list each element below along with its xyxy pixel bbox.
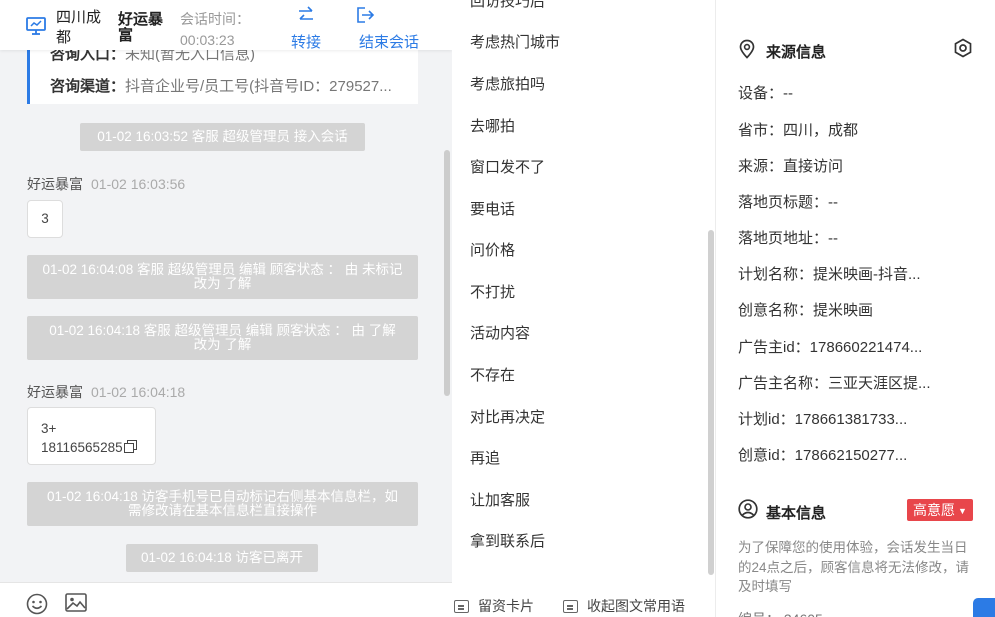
quick-reply-item[interactable]: 拿到联系后: [470, 530, 545, 551]
sender-line: 好运暴富 01-02 16:03:56: [27, 174, 185, 194]
customer-info-panel: 来源信息 设备：-- 省市：四川，成都 来源：直接访问 落地页标题：-- 落地页…: [716, 0, 995, 617]
lead-card-button[interactable]: 留资卡片: [454, 596, 534, 616]
user-icon: [738, 499, 758, 519]
location-pin-icon: [739, 39, 755, 59]
system-message: 01-02 16:03:52 客服 超级管理员 接入会话: [80, 123, 365, 151]
quick-reply-item[interactable]: 再追: [470, 447, 500, 468]
customer-name: 好运暴富: [118, 11, 164, 44]
message-time: 01-02 16:04:18: [91, 384, 186, 400]
message-time: 01-02 16:03:56: [91, 176, 186, 192]
customer-location: 四川成都: [56, 9, 102, 46]
chat-scrollbar[interactable]: [444, 150, 450, 396]
chat-header: 四川成都 好运暴富 会话时间： 00:03:23 转接 结束会话: [0, 0, 452, 52]
monitor-icon: [26, 17, 46, 35]
quick-reply-item[interactable]: 窗口发不了: [470, 156, 545, 177]
advertiser-id-field: 广告主id：178660221474...: [738, 339, 923, 356]
source-info-title: 来源信息: [766, 44, 827, 61]
quick-reply-item[interactable]: 考虑旅拍吗: [470, 73, 545, 94]
session-time-value: 00:03:23: [180, 32, 235, 48]
edit-deadline-note: 为了保障您的使用体验，会话发生当日的24点之后，顾客信息将无法修改，请及时填写: [738, 540, 970, 594]
landing-url-field: 落地页地址：--: [738, 230, 838, 247]
quick-reply-footer: 留资卡片 收起图文常用语: [452, 582, 715, 617]
image-icon[interactable]: [65, 593, 87, 613]
transfer-label: 转接: [290, 34, 321, 51]
settings-icon[interactable]: [953, 38, 973, 58]
message-line: 18116565285: [41, 438, 155, 457]
source-field: 来源：直接访问: [738, 158, 844, 175]
plan-id-field: 计划id：178661381733...: [738, 411, 908, 428]
end-session-label: 结束会话: [358, 34, 419, 51]
quick-reply-item[interactable]: 要电话: [470, 198, 515, 219]
exit-icon: [357, 7, 375, 23]
transfer-button[interactable]: 转接: [288, 6, 324, 52]
lead-card-label: 留资卡片: [478, 598, 534, 614]
sender-name: 好运暴富: [27, 176, 83, 192]
floating-action-button[interactable]: [973, 598, 995, 617]
basic-info-title: 基本信息: [766, 505, 827, 522]
quick-reply-item[interactable]: 回访技巧后: [470, 0, 545, 11]
collapse-phrases-button[interactable]: 收起图文常用语: [563, 596, 685, 616]
intent-badge-label: 高意愿: [913, 502, 956, 518]
session-time-label: 会话时间：: [180, 11, 250, 27]
caret-down-icon: ▼: [958, 506, 967, 516]
transfer-icon: [299, 6, 313, 20]
quick-reply-item[interactable]: 不存在: [470, 364, 515, 385]
quick-reply-item[interactable]: 不打扰: [470, 281, 515, 302]
province-city-field: 省市：四川，成都: [738, 122, 859, 139]
collapse-phrases-label: 收起图文常用语: [587, 598, 685, 614]
plan-name-field: 计划名称：提米映画-抖音...: [738, 266, 921, 283]
quick-reply-item[interactable]: 考虑热门城市: [470, 31, 560, 52]
message-line: 3+: [41, 421, 57, 436]
copy-icon[interactable]: [123, 440, 137, 453]
intent-badge[interactable]: 高意愿 ▼: [907, 499, 973, 521]
quick-reply-item[interactable]: 让加客服: [470, 489, 530, 510]
quick-reply-item[interactable]: 去哪拍: [470, 115, 515, 136]
advertiser-name-field: 广告主名称：三亚天涯区提...: [738, 375, 931, 392]
quick-reply-item[interactable]: 问价格: [470, 239, 515, 260]
emoji-icon[interactable]: [26, 593, 48, 615]
creative-id-field: 创意id：178662150277...: [738, 447, 908, 464]
card-icon: [454, 600, 469, 613]
message-bubble: 3+ 18116565285: [27, 407, 156, 465]
system-message: 01-02 16:04:08 客服 超级管理员 编辑 顾客状态 ： 由 未标记 …: [27, 255, 418, 299]
device-field: 设备：--: [738, 85, 793, 102]
quick-reply-scrollbar[interactable]: [708, 230, 714, 575]
input-toolbar: [0, 582, 452, 617]
customer-id-field: 编号： 34605: [738, 609, 823, 617]
end-session-button[interactable]: 结束会话: [356, 6, 422, 52]
creative-name-field: 创意名称：提米映画: [738, 302, 874, 319]
consult-channel-row: 咨询渠道：抖音企业号/员工号(抖音号ID：279527...: [50, 78, 392, 95]
chat-panel: 咨询入口：未知(暂无入口信息) 咨询渠道：抖音企业号/员工号(抖音号ID：279…: [0, 0, 452, 617]
system-message: 01-02 16:04:18 访客手机号已自动标记右侧基本信息栏，如需修改请在基…: [27, 482, 418, 526]
quick-reply-item[interactable]: 对比再决定: [470, 406, 545, 427]
message-icon: [563, 600, 578, 613]
quick-reply-panel: 回访技巧后 考虑热门城市 考虑旅拍吗 去哪拍 窗口发不了 要电话 问价格 不打扰…: [452, 0, 716, 617]
system-message: 01-02 16:04:18 客服 超级管理员 编辑 顾客状态 ： 由 了解 改…: [27, 316, 418, 360]
message-bubble: 3: [27, 200, 63, 238]
quick-reply-item[interactable]: 活动内容: [470, 322, 530, 343]
sender-name: 好运暴富: [27, 384, 83, 400]
landing-title-field: 落地页标题：--: [738, 194, 838, 211]
system-message: 01-02 16:04:18 访客已离开: [126, 544, 318, 572]
sender-line: 好运暴富 01-02 16:04:18: [27, 382, 185, 402]
phone-number: 18116565285: [41, 440, 123, 455]
